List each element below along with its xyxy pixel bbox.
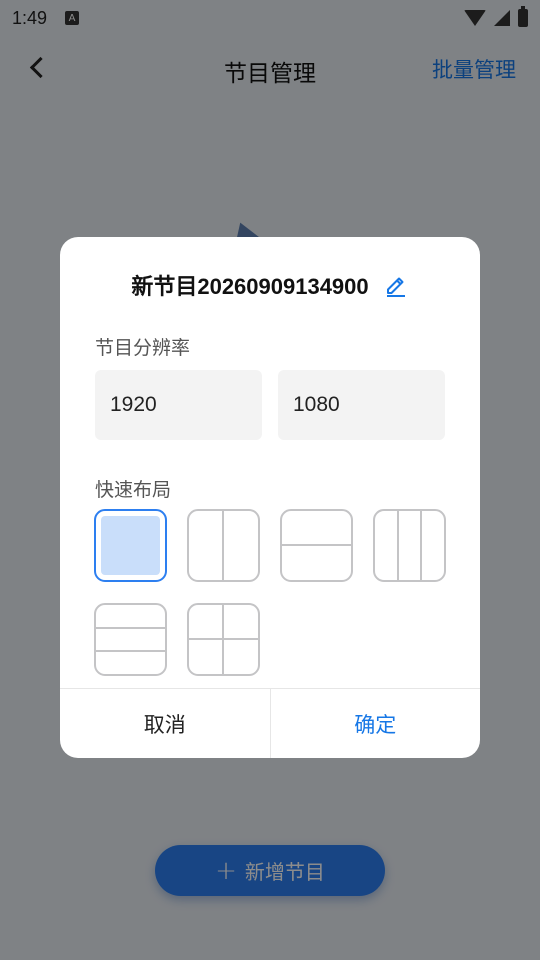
new-program-dialog: 新节目20260909134900 节目分辨率 快速布局 取消 确 (60, 237, 480, 758)
layout-option-three-rows[interactable] (94, 603, 167, 676)
layout-divider (282, 544, 351, 546)
layout-divider (96, 627, 165, 629)
dialog-title: 新节目20260909134900 (131, 274, 369, 299)
cancel-button[interactable]: 取消 (60, 689, 271, 758)
resolution-height-input[interactable] (278, 370, 445, 440)
layout-option-four-grid[interactable] (187, 603, 260, 676)
layout-option-single[interactable] (94, 509, 167, 582)
layout-divider (397, 511, 399, 580)
layout-option-two-columns[interactable] (187, 509, 260, 582)
layout-divider (96, 650, 165, 652)
layout-divider (420, 511, 422, 580)
dialog-title-row: 新节目20260909134900 (60, 269, 480, 301)
edit-pencil-icon[interactable] (383, 272, 409, 298)
layout-divider (189, 638, 258, 640)
confirm-button[interactable]: 确定 (271, 689, 481, 758)
selected-fill (101, 516, 160, 575)
layout-option-three-columns[interactable] (373, 509, 446, 582)
dialog-actions: 取消 确定 (60, 688, 480, 758)
layout-option-two-rows[interactable] (280, 509, 353, 582)
resolution-width-input[interactable] (95, 370, 262, 440)
quick-layout-label: 快速布局 (95, 479, 172, 501)
layout-divider (222, 511, 224, 580)
resolution-label: 节目分辨率 (95, 337, 191, 359)
